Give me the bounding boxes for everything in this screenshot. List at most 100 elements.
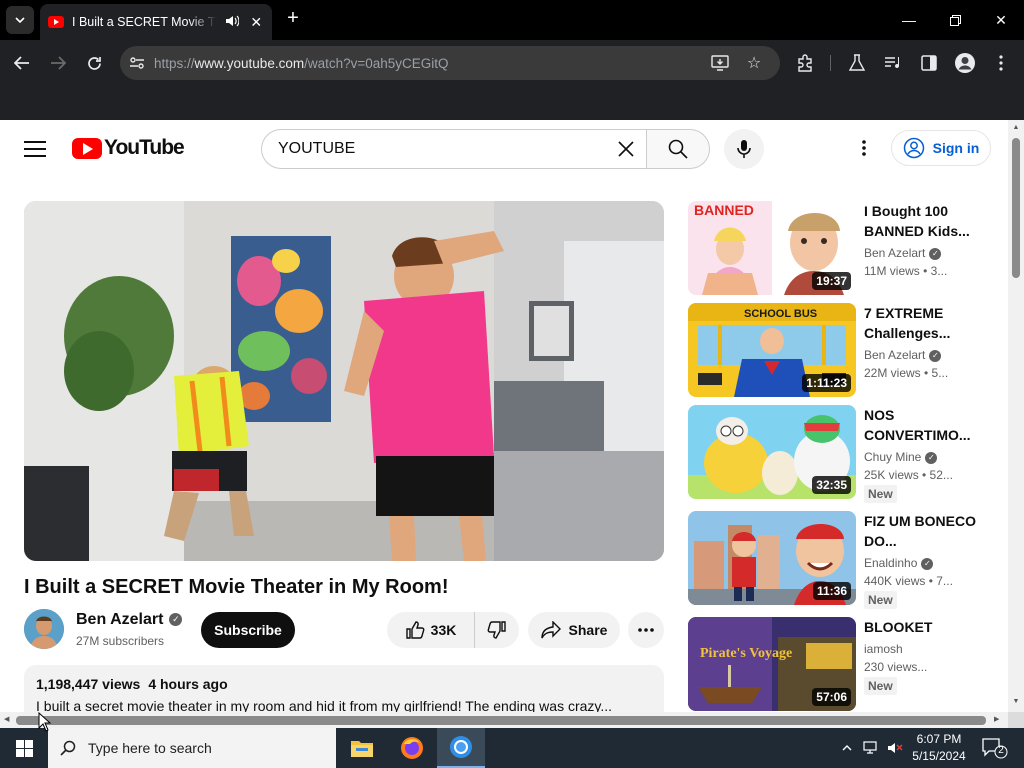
youtube-page: YouTube YOUTUBE Sign in I Built a SECRET… bbox=[0, 120, 1008, 712]
install-app-icon[interactable] bbox=[710, 53, 730, 73]
recommendation-channel: Chuy Mine ✓ bbox=[864, 450, 994, 464]
recommendation-channel: Enaldinho ✓ bbox=[864, 556, 994, 570]
search-button[interactable] bbox=[646, 129, 710, 169]
video-player[interactable] bbox=[24, 201, 664, 561]
dislike-button[interactable] bbox=[475, 612, 519, 648]
recommendation-stats: 440K views • 7... bbox=[864, 574, 953, 588]
channel-avatar[interactable] bbox=[24, 609, 64, 649]
like-button[interactable]: 33K bbox=[387, 612, 475, 648]
subscriber-count: 27M subscribers bbox=[76, 634, 165, 648]
video-duration: 19:37 bbox=[812, 272, 851, 290]
network-icon[interactable] bbox=[860, 728, 882, 768]
recommendation-item[interactable]: BANNED 19:37 I Bought 100 BANNED Kids...… bbox=[688, 201, 998, 295]
recommendation-thumbnail[interactable]: BANNED 19:37 bbox=[688, 201, 856, 295]
scroll-right-arrow-icon[interactable]: ▶ bbox=[994, 715, 999, 723]
settings-more-icon[interactable] bbox=[848, 132, 880, 164]
address-bar[interactable]: https://www.youtube.com/watch?v=0ah5yCEG… bbox=[120, 46, 780, 80]
tray-chevron-up-icon[interactable] bbox=[838, 728, 856, 768]
scroll-down-arrow-icon[interactable]: ▼ bbox=[1012, 698, 1020, 705]
thumb-caption: Pirate's Voyage bbox=[700, 646, 792, 661]
new-tab-button[interactable]: + bbox=[282, 8, 304, 30]
search-input[interactable]: YOUTUBE bbox=[261, 129, 646, 169]
tab-search-button[interactable] bbox=[6, 6, 34, 34]
like-count: 33K bbox=[430, 622, 457, 638]
site-info-icon[interactable] bbox=[120, 56, 154, 70]
recommendation-channel: Ben Azelart ✓ bbox=[864, 348, 994, 362]
back-arrow-icon[interactable] bbox=[9, 50, 35, 76]
recommendation-item[interactable]: Pirate's Voyage 57:06 BLOOKET iamosh 230… bbox=[688, 617, 998, 711]
vertical-scrollbar[interactable]: ▲ ▼ bbox=[1008, 120, 1024, 712]
restore-icon[interactable] bbox=[932, 0, 978, 40]
clear-search-icon[interactable] bbox=[606, 130, 646, 168]
minimize-icon[interactable]: — bbox=[886, 0, 932, 40]
youtube-logo[interactable]: YouTube bbox=[72, 136, 185, 160]
more-actions-button[interactable] bbox=[628, 612, 664, 648]
recommendation-item[interactable]: 32:35 NOS CONVERTIMO... Chuy Mine ✓ 25K v… bbox=[688, 405, 998, 503]
account-icon bbox=[903, 137, 924, 159]
system-clock[interactable]: 6:07 PM 5/15/2024 bbox=[906, 731, 972, 765]
video-frame bbox=[24, 201, 664, 561]
url-text: https://www.youtube.com/watch?v=0ah5yCEG… bbox=[154, 56, 449, 71]
horizontal-scrollbar[interactable]: ◀ ▶ bbox=[0, 712, 1008, 728]
windows-logo-icon bbox=[15, 739, 33, 757]
extensions-icon[interactable] bbox=[794, 52, 816, 74]
video-owner-row: Ben Azelart ✓ 27M subscribers Subscribe 3… bbox=[24, 609, 664, 651]
thumbs-up-icon bbox=[405, 621, 425, 639]
clock-time: 6:07 PM bbox=[916, 732, 962, 746]
youtube-favicon-icon bbox=[48, 16, 64, 28]
search-icon bbox=[668, 139, 688, 159]
subscribe-button[interactable]: Subscribe bbox=[201, 612, 295, 648]
url-scheme: https:// bbox=[154, 55, 195, 71]
browser-menu-icon[interactable] bbox=[990, 52, 1012, 74]
recommendation-thumbnail[interactable]: Pirate's Voyage 57:06 bbox=[688, 617, 856, 711]
scroll-up-arrow-icon[interactable]: ▲ bbox=[1012, 124, 1020, 131]
labs-flask-icon[interactable] bbox=[846, 52, 868, 74]
posted-time: 4 hours ago bbox=[148, 676, 228, 692]
side-panel-icon[interactable] bbox=[918, 52, 940, 74]
recommendation-channel-name: Ben Azelart bbox=[864, 348, 926, 362]
forward-arrow-icon[interactable] bbox=[45, 50, 71, 76]
recommendation-thumbnail[interactable]: 32:35 bbox=[688, 405, 856, 499]
verified-check-icon: ✓ bbox=[925, 451, 938, 464]
recommendation-channel-name: Chuy Mine bbox=[864, 450, 922, 464]
browser-tab-active[interactable]: I Built a SECRET Movie Theater in My Roo… bbox=[40, 4, 272, 40]
browser-tab-bar: I Built a SECRET Movie Theater in My Roo… bbox=[0, 0, 1024, 40]
start-button[interactable] bbox=[0, 728, 48, 768]
media-controls-icon[interactable] bbox=[882, 52, 904, 74]
profile-avatar-icon[interactable] bbox=[954, 52, 976, 74]
chrome-icon[interactable] bbox=[437, 728, 485, 768]
recommendation-item[interactable]: 11:36 FIZ UM BONECO DO... Enaldinho ✓ 440… bbox=[688, 511, 998, 609]
firefox-icon[interactable] bbox=[388, 728, 436, 768]
sign-in-button[interactable]: Sign in bbox=[891, 130, 991, 166]
recommendation-thumbnail[interactable]: 11:36 bbox=[688, 511, 856, 605]
bookmark-star-icon[interactable]: ☆ bbox=[744, 53, 764, 73]
notification-count: 2 bbox=[998, 745, 1004, 756]
file-explorer-icon[interactable] bbox=[338, 728, 386, 768]
windows-taskbar: Type here to search 6:07 PM 5/15/2024 2 bbox=[0, 728, 1024, 768]
horizontal-scroll-thumb[interactable] bbox=[16, 716, 986, 725]
microphone-icon bbox=[737, 140, 751, 158]
description-box[interactable]: 1,198,447 views 4 hours ago I built a sec… bbox=[24, 665, 664, 712]
channel-name[interactable]: Ben Azelart ✓ bbox=[76, 611, 183, 629]
video-duration: 32:35 bbox=[812, 476, 851, 494]
new-badge: New bbox=[864, 485, 897, 503]
volume-muted-icon[interactable] bbox=[884, 728, 906, 768]
chevron-down-icon bbox=[15, 17, 25, 23]
notification-center-icon[interactable]: 2 bbox=[980, 736, 1008, 760]
share-button[interactable]: Share bbox=[528, 612, 620, 648]
taskbar-search-box[interactable]: Type here to search bbox=[48, 728, 336, 768]
guide-menu-icon[interactable] bbox=[24, 138, 46, 158]
scroll-left-arrow-icon[interactable]: ◀ bbox=[4, 715, 9, 723]
view-count: 1,198,447 views bbox=[36, 676, 141, 692]
vertical-scroll-thumb[interactable] bbox=[1012, 138, 1020, 278]
tab-close-icon[interactable]: ✕ bbox=[248, 14, 264, 31]
voice-search-button[interactable] bbox=[724, 129, 764, 169]
scrollbar-corner bbox=[1008, 712, 1024, 728]
speaker-icon[interactable] bbox=[225, 15, 241, 30]
recommendation-title: BLOOKET bbox=[864, 619, 933, 635]
recommendation-thumbnail[interactable]: SCHOOL BUS 1:11:23 bbox=[688, 303, 856, 397]
url-path: /watch?v=0ah5yCEGitQ bbox=[304, 55, 449, 71]
window-close-icon[interactable]: ✕ bbox=[978, 0, 1024, 40]
reload-icon[interactable] bbox=[81, 50, 107, 76]
recommendation-item[interactable]: SCHOOL BUS 1:11:23 7 EXTREME Challenges.… bbox=[688, 303, 998, 397]
